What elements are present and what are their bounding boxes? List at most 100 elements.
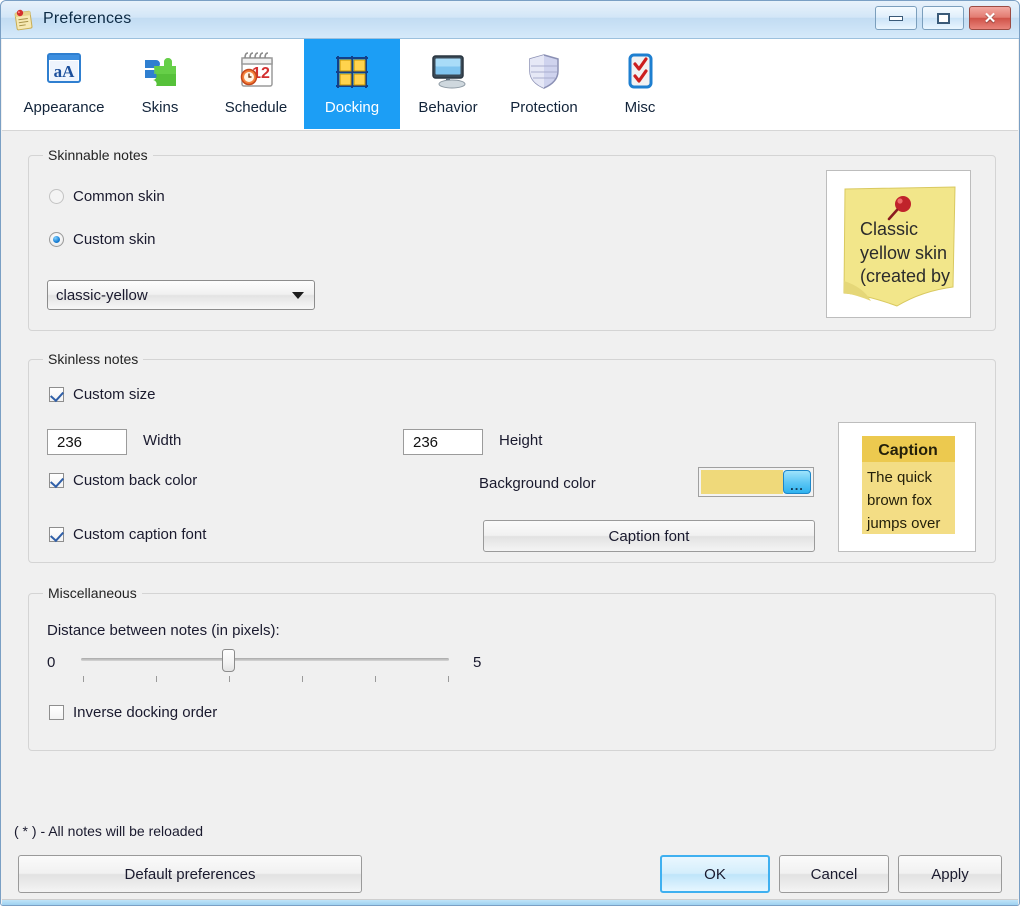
slider-tick <box>83 676 84 682</box>
preferences-tab-bar: aA Appearance Skins 12 Schedule Docking … <box>2 39 1018 131</box>
skinnable-notes-legend: Skinnable notes <box>43 147 153 163</box>
radio-common-skin-control[interactable] <box>49 189 64 204</box>
preview-line-2: yellow skin <box>860 243 947 263</box>
distance-between-notes-label: Distance between notes (in pixels): <box>47 622 280 639</box>
preview-body-line-2: brown fox <box>867 492 933 509</box>
slider-tick <box>448 676 449 682</box>
height-label: Height <box>499 432 543 449</box>
height-input-value: 236 <box>413 433 439 451</box>
ok-button-label: OK <box>704 865 726 883</box>
color-picker-button-label: ... <box>790 478 804 493</box>
window-title: Preferences <box>43 10 132 27</box>
preferences-window: Preferences ✕ aA Appearance Skins 12 Sch… <box>0 0 1020 906</box>
ok-button[interactable]: OK <box>660 855 770 893</box>
skinnable-notes-group: Skinnable notes Common skin Custom skin … <box>28 147 996 331</box>
monitor-icon <box>425 47 471 97</box>
miscellaneous-group: Miscellaneous Distance between notes (in… <box>28 585 996 751</box>
radio-custom-skin-control[interactable] <box>49 232 64 247</box>
default-preferences-button[interactable]: Default preferences <box>18 855 362 893</box>
tab-appearance[interactable]: aA Appearance <box>16 39 112 129</box>
calendar-clock-icon: 12 <box>233 47 279 97</box>
radio-custom-skin-label: Custom skin <box>73 231 156 248</box>
cancel-button[interactable]: Cancel <box>779 855 889 893</box>
maximize-button[interactable] <box>922 6 964 30</box>
tab-protection-label: Protection <box>510 99 578 116</box>
reload-footnote: ( * ) - All notes will be reloaded <box>14 823 204 839</box>
color-picker-button[interactable]: ... <box>783 470 811 494</box>
width-input-value: 236 <box>57 433 83 451</box>
notepad-pin-icon <box>12 8 36 32</box>
checkbox-custom-size-label: Custom size <box>73 386 156 403</box>
window-controls: ✕ <box>875 6 1011 30</box>
docking-grid-icon <box>329 47 375 97</box>
slider-tick <box>302 676 303 682</box>
svg-text:aA: aA <box>54 62 76 81</box>
caption-font-button[interactable]: Caption font <box>483 520 815 552</box>
slider-track[interactable] <box>81 658 449 661</box>
tab-skins[interactable]: Skins <box>112 39 208 129</box>
close-button[interactable]: ✕ <box>969 6 1011 30</box>
checkbox-custom-back-color-label: Custom back color <box>73 472 198 489</box>
apply-button[interactable]: Apply <box>898 855 1002 893</box>
checkbox-custom-caption-font-label: Custom caption font <box>73 526 207 543</box>
tab-docking-label: Docking <box>324 99 380 116</box>
classic-yellow-note-image: Classic yellow skin (created by <box>827 171 970 317</box>
puzzle-pieces-icon <box>137 47 183 97</box>
distance-slider[interactable] <box>79 648 459 684</box>
radio-common-skin[interactable]: Common skin <box>49 188 165 205</box>
default-preferences-button-label: Default preferences <box>124 865 256 883</box>
tab-behavior[interactable]: Behavior <box>400 39 496 129</box>
background-color-picker[interactable]: ... <box>698 467 814 497</box>
slider-max-label: 5 <box>473 654 482 671</box>
maximize-icon <box>936 12 950 24</box>
checkbox-inverse-docking-order-control[interactable] <box>49 705 64 720</box>
background-color-label: Background color <box>479 475 596 492</box>
skin-select-value: classic-yellow <box>56 286 148 304</box>
preview-line-1: Classic <box>860 219 918 239</box>
checkbox-custom-back-color-control[interactable] <box>49 473 64 488</box>
preview-line-3: (created by <box>860 266 950 286</box>
height-input[interactable]: 236 <box>403 429 483 455</box>
checkbox-inverse-docking-order[interactable]: Inverse docking order <box>49 704 217 721</box>
width-label: Width <box>143 432 182 449</box>
checklist-icon <box>617 47 663 97</box>
skinless-notes-group: Skinless notes Custom size 236 Width 236… <box>28 351 996 563</box>
tab-schedule[interactable]: 12 Schedule <box>208 39 304 129</box>
cancel-button-label: Cancel <box>810 865 858 883</box>
minimize-button[interactable] <box>875 6 917 30</box>
tab-docking[interactable]: Docking <box>304 39 400 129</box>
checkbox-custom-back-color[interactable]: Custom back color <box>49 472 197 489</box>
skinnable-note-preview: Classic yellow skin (created by <box>826 170 971 318</box>
tab-schedule-label: Schedule <box>224 99 288 116</box>
slider-tick <box>375 676 376 682</box>
tab-misc-label: Misc <box>624 99 656 116</box>
tab-misc[interactable]: Misc <box>592 39 688 129</box>
checkbox-inverse-docking-order-label: Inverse docking order <box>73 704 218 721</box>
preview-body-line-1: The quick <box>867 469 933 486</box>
slider-tick <box>156 676 157 682</box>
tab-appearance-label: Appearance <box>23 99 105 116</box>
skin-select[interactable]: classic-yellow <box>47 280 315 310</box>
checkbox-custom-caption-font-control[interactable] <box>49 527 64 542</box>
checkbox-custom-caption-font[interactable]: Custom caption font <box>49 526 206 543</box>
slider-tick <box>229 676 230 682</box>
checkbox-custom-size[interactable]: Custom size <box>49 386 156 403</box>
slider-min-label: 0 <box>47 654 56 671</box>
tab-skins-label: Skins <box>141 99 179 116</box>
minimize-icon <box>889 15 903 21</box>
preview-caption: Caption <box>878 442 938 459</box>
skinless-notes-legend: Skinless notes <box>43 351 144 367</box>
miscellaneous-legend: Miscellaneous <box>43 585 142 601</box>
close-icon: ✕ <box>983 9 997 27</box>
preview-body-line-3: jumps over <box>866 515 940 532</box>
radio-common-skin-label: Common skin <box>73 188 165 205</box>
slider-thumb[interactable] <box>222 649 235 672</box>
radio-custom-skin[interactable]: Custom skin <box>49 231 156 248</box>
checkbox-custom-size-control[interactable] <box>49 387 64 402</box>
title-bar: Preferences ✕ <box>1 1 1019 39</box>
tab-protection[interactable]: Protection <box>496 39 592 129</box>
width-input[interactable]: 236 <box>47 429 127 455</box>
skinless-note-preview: Caption The quick brown fox jumps over <box>838 422 976 552</box>
background-color-swatch <box>701 470 783 494</box>
caption-font-button-label: Caption font <box>608 527 690 545</box>
